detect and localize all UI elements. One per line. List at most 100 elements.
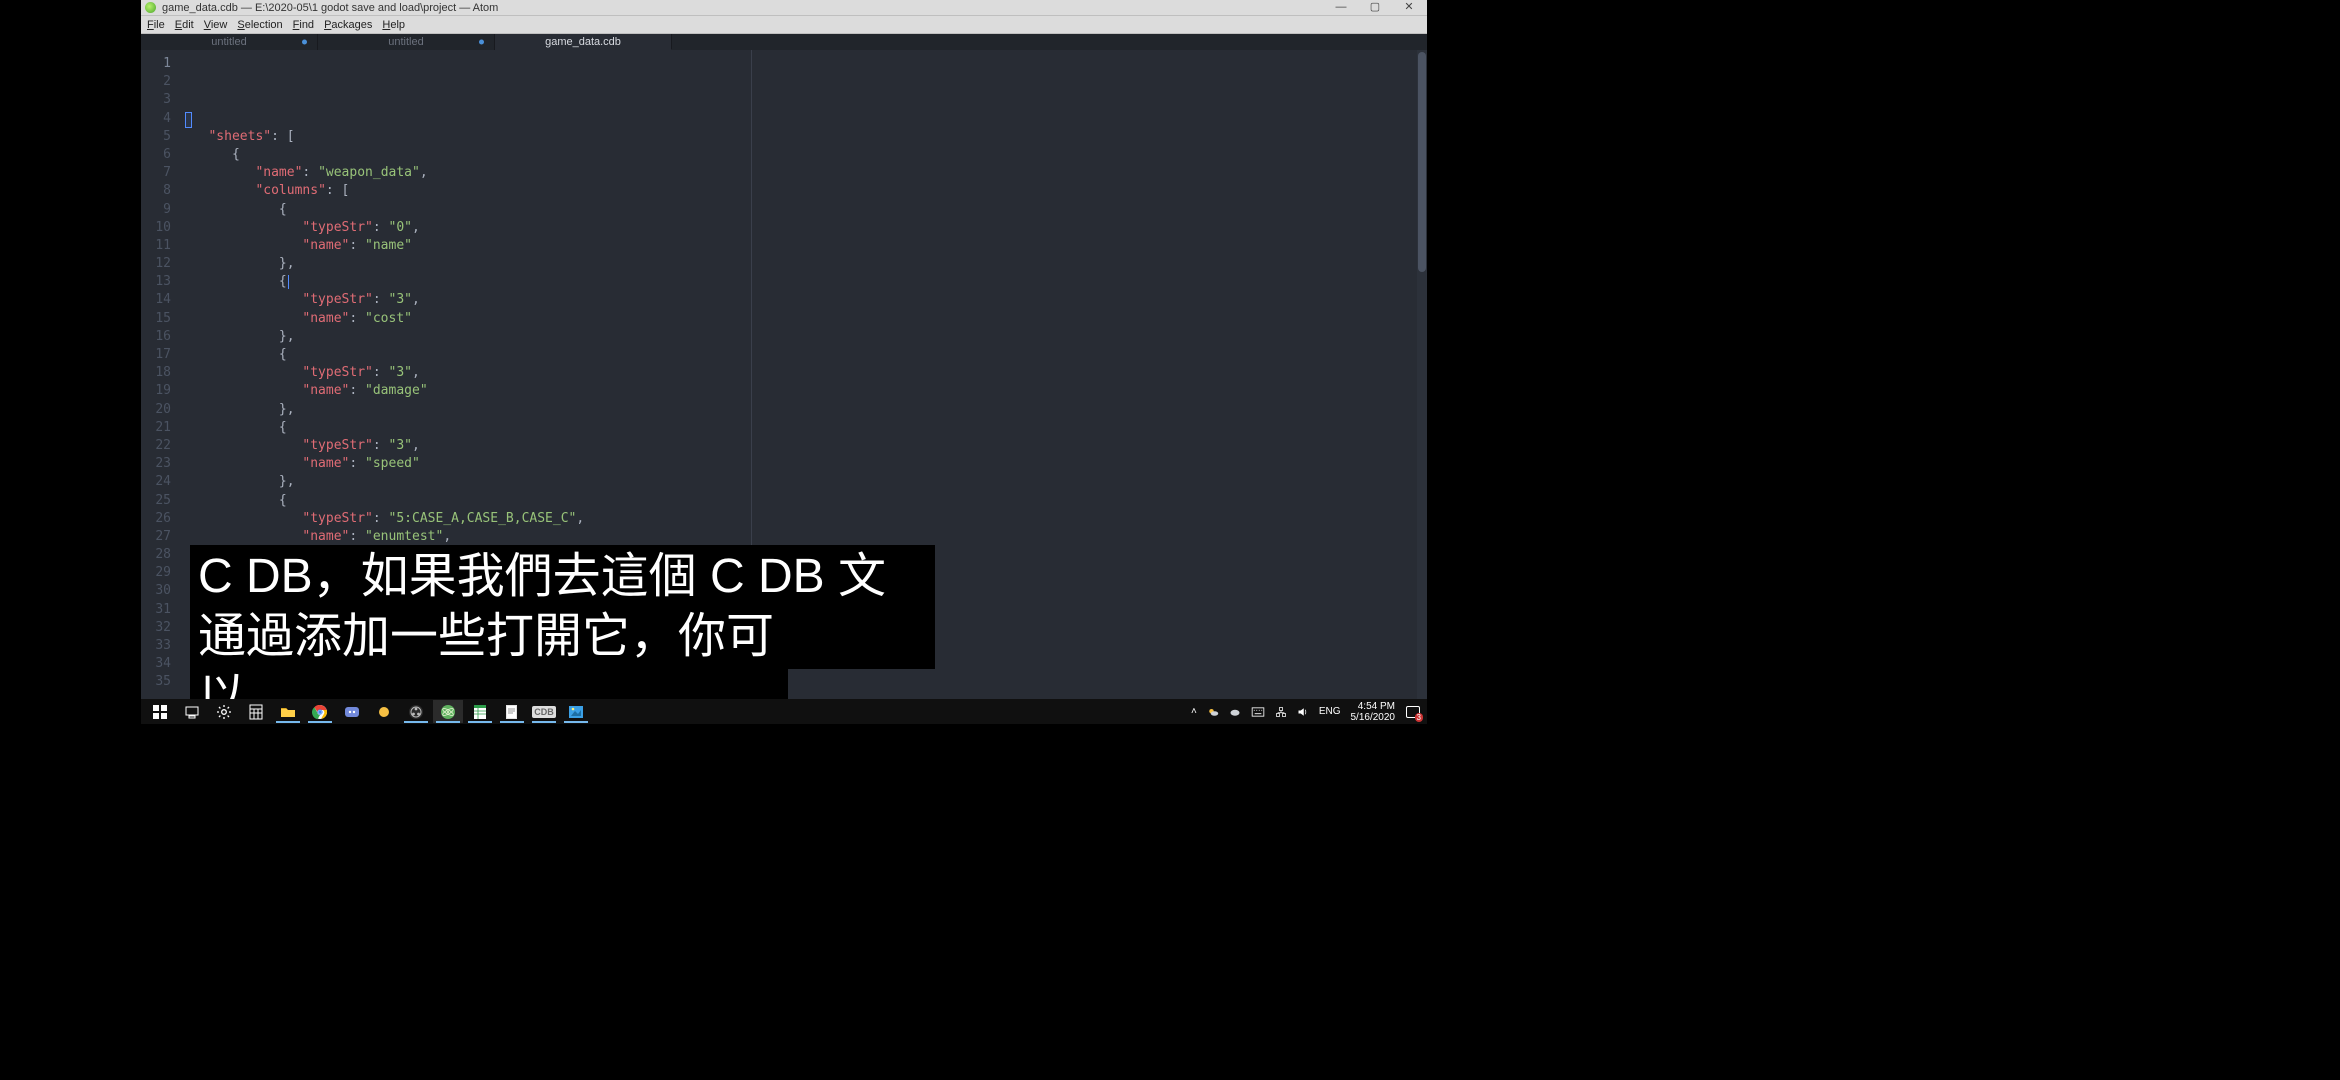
line-number: 8 (141, 182, 171, 200)
taskbar-settings[interactable] (209, 700, 239, 723)
code-line[interactable]: "name": "cost" (185, 310, 1427, 328)
line-number: 6 (141, 146, 171, 164)
tab-game-data-cdb[interactable]: game_data.cdb (495, 34, 672, 50)
code-line[interactable]: { (185, 273, 1427, 291)
line-number: 31 (141, 601, 171, 619)
notes-icon (504, 704, 520, 720)
window-titlebar[interactable]: game_data.cdb — E:\2020-05\1 godot save … (141, 0, 1427, 16)
menu-view[interactable]: View (204, 19, 228, 31)
taskbar-notes[interactable] (497, 700, 527, 723)
app-yellow-icon (376, 704, 392, 720)
code-line[interactable]: "name": "enumtest", (185, 528, 1427, 546)
code-line[interactable]: "name": "weapon_data", (185, 164, 1427, 182)
line-number: 30 (141, 582, 171, 600)
taskbar-spreadsheet[interactable] (465, 700, 495, 723)
taskbar-file-explorer[interactable] (273, 700, 303, 723)
code-line[interactable]: "name": "name" (185, 237, 1427, 255)
cdb-text-icon: CDB (532, 706, 556, 718)
code-line[interactable]: "typeStr": "3", (185, 291, 1427, 309)
taskbar-app-yellow[interactable] (369, 700, 399, 723)
code-line[interactable]: "columns": [ (185, 182, 1427, 200)
scrollbar-thumb[interactable] (1418, 52, 1426, 272)
line-number: 20 (141, 401, 171, 419)
menu-help[interactable]: Help (382, 19, 405, 31)
start-button[interactable] (145, 700, 175, 723)
tab-label: game_data.cdb (545, 36, 621, 48)
tray-volume-icon[interactable] (1297, 706, 1309, 718)
cursor (185, 112, 192, 128)
menu-packages[interactable]: Packages (324, 19, 372, 31)
taskbar-obs[interactable] (401, 700, 431, 723)
gear-icon (216, 704, 232, 720)
line-number: 34 (141, 655, 171, 673)
taskbar-chrome[interactable] (305, 700, 335, 723)
code-line[interactable]: }, (185, 401, 1427, 419)
taskview-icon (184, 704, 200, 720)
taskbar-atom[interactable] (433, 700, 463, 723)
code-line[interactable]: "name": "damage" (185, 382, 1427, 400)
code-line[interactable]: "typeStr": "5:CASE_A,CASE_B,CASE_C", (185, 510, 1427, 528)
line-number: 12 (141, 255, 171, 273)
line-number: 14 (141, 291, 171, 309)
obs-icon (408, 704, 424, 720)
system-tray: ˄ ENG 4:54 PM 5/16/2020 3 (1191, 701, 1427, 723)
line-number: 9 (141, 201, 171, 219)
atom-icon (440, 704, 456, 720)
tray-action-center[interactable]: 3 (1405, 704, 1421, 720)
folder-icon (280, 704, 296, 720)
line-number-gutter: 1234567891011121314151617181920212223242… (141, 50, 179, 706)
tray-language[interactable]: ENG (1319, 706, 1341, 717)
line-number: 5 (141, 128, 171, 146)
tray-keyboard-icon[interactable] (1251, 707, 1265, 717)
code-line[interactable]: "typeStr": "3", (185, 364, 1427, 382)
line-number: 21 (141, 419, 171, 437)
code-line[interactable]: { (185, 492, 1427, 510)
menu-selection[interactable]: Selection (237, 19, 282, 31)
notification-count: 3 (1415, 713, 1423, 722)
spreadsheet-icon (472, 704, 488, 720)
taskbar-calculator[interactable] (241, 700, 271, 723)
code-line[interactable]: { (185, 201, 1427, 219)
taskview-button[interactable] (177, 700, 207, 723)
line-number: 19 (141, 382, 171, 400)
code-line[interactable]: "name": "speed" (185, 455, 1427, 473)
tray-chevron-up-icon[interactable]: ˄ (1191, 706, 1197, 717)
tray-onedrive-icon[interactable] (1229, 706, 1241, 718)
line-number: 32 (141, 619, 171, 637)
tab-untitled-1[interactable]: untitled (141, 34, 318, 50)
window-close-button[interactable]: ✕ (1401, 2, 1417, 13)
window-title: game_data.cdb — E:\2020-05\1 godot save … (162, 2, 1333, 14)
vertical-scrollbar[interactable] (1417, 50, 1427, 706)
line-number: 2 (141, 73, 171, 91)
tab-label: untitled (388, 36, 423, 48)
code-line[interactable]: { (185, 146, 1427, 164)
menu-edit[interactable]: Edit (175, 19, 194, 31)
grid-icon (248, 704, 264, 720)
window-maximize-button[interactable]: ▢ (1367, 2, 1383, 13)
taskbar-cdb[interactable]: CDB (529, 700, 559, 723)
menu-bar: File Edit View Selection Find Packages H… (141, 16, 1427, 34)
code-line[interactable]: "sheets": [ (185, 128, 1427, 146)
code-line[interactable]: { (185, 419, 1427, 437)
window-minimize-button[interactable]: — (1333, 2, 1349, 13)
tray-weather-icon[interactable] (1207, 706, 1219, 718)
menu-file[interactable]: File (147, 19, 165, 31)
code-line[interactable]: { (185, 346, 1427, 364)
taskbar-image-viewer[interactable] (561, 700, 591, 723)
tray-network-icon[interactable] (1275, 706, 1287, 718)
menu-find[interactable]: Find (293, 19, 314, 31)
code-line[interactable] (185, 110, 1427, 128)
taskbar-discord[interactable] (337, 700, 367, 723)
tray-clock[interactable]: 4:54 PM 5/16/2020 (1351, 701, 1396, 723)
line-number: 4 (141, 110, 171, 128)
discord-icon (344, 704, 360, 720)
code-line[interactable]: }, (185, 473, 1427, 491)
code-line[interactable]: }, (185, 255, 1427, 273)
code-line[interactable]: }, (185, 328, 1427, 346)
tab-bar: untitled untitled game_data.cdb (141, 34, 1427, 50)
tab-untitled-2[interactable]: untitled (318, 34, 495, 50)
windows-logo-icon (152, 704, 168, 720)
code-line[interactable]: "typeStr": "0", (185, 219, 1427, 237)
tab-label: untitled (211, 36, 246, 48)
code-line[interactable]: "typeStr": "3", (185, 437, 1427, 455)
